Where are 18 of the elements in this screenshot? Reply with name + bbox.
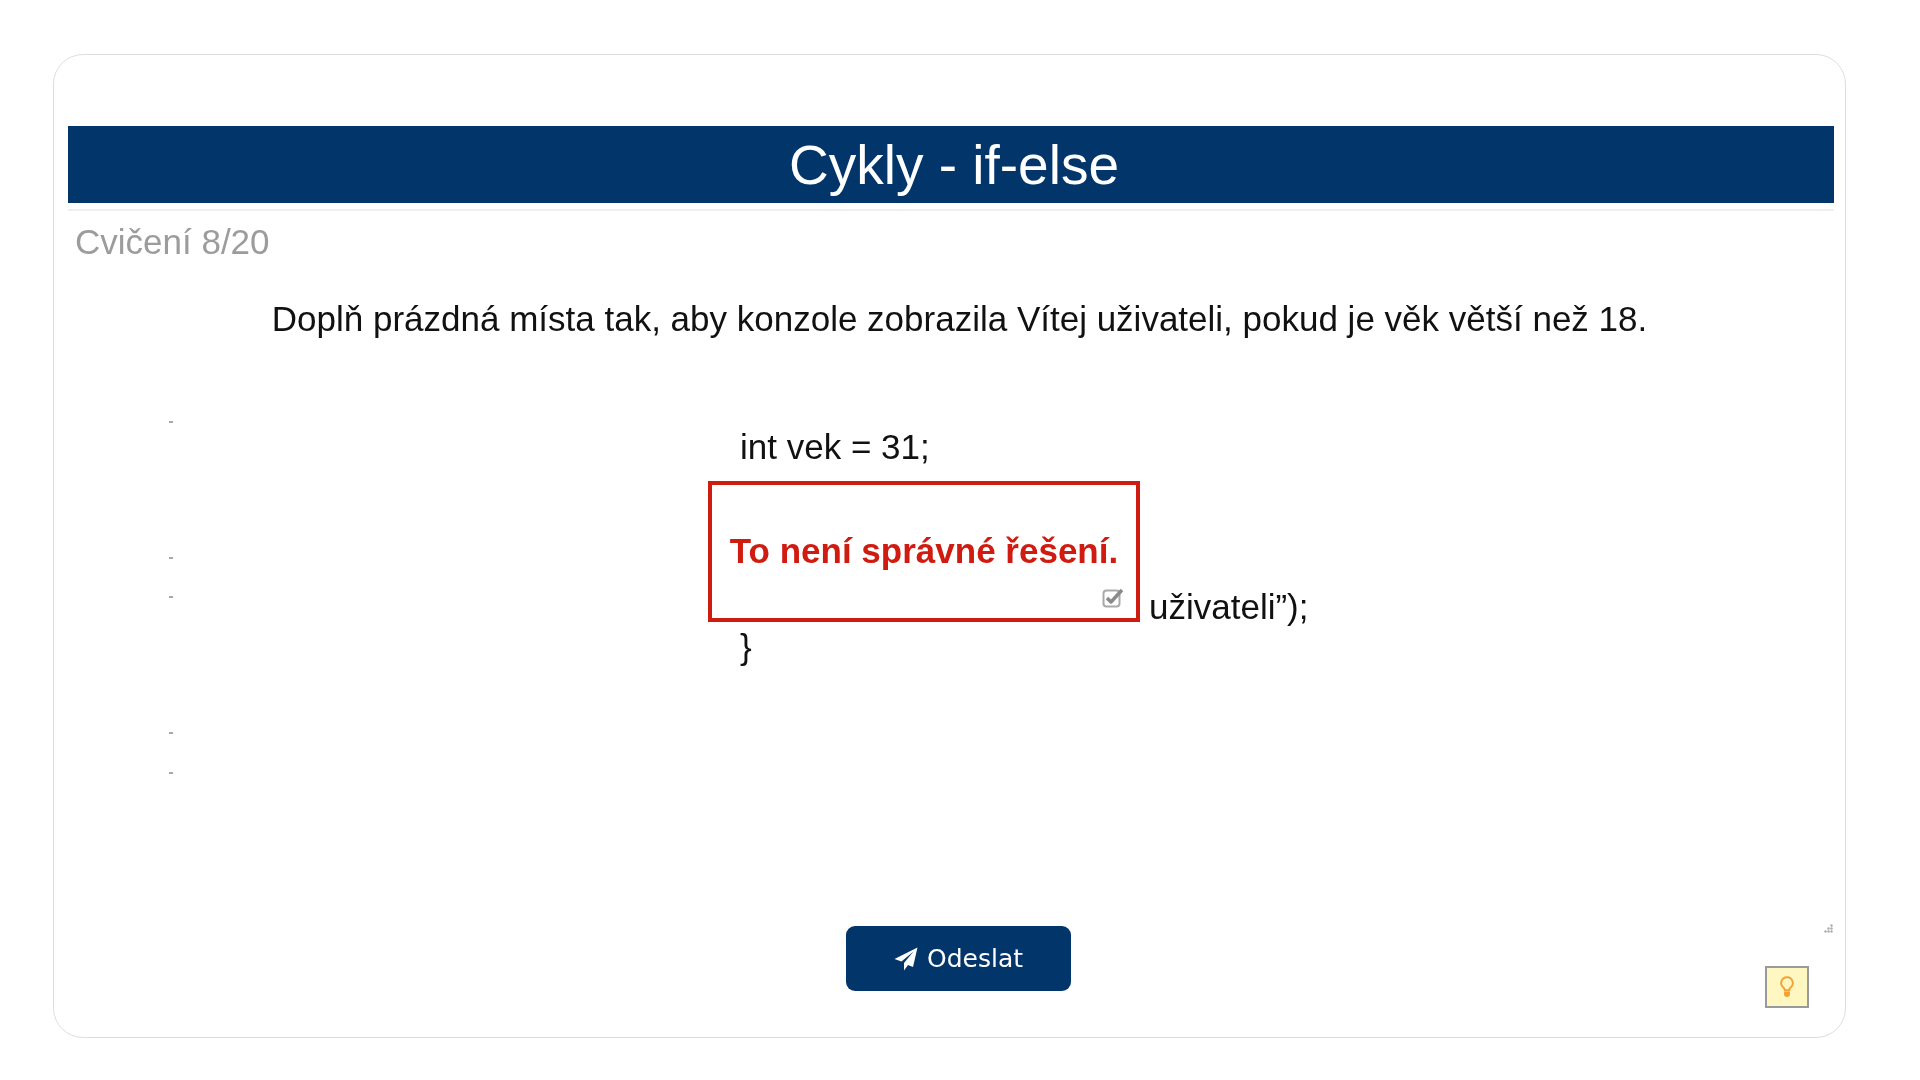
- submit-button[interactable]: Odeslat: [846, 926, 1071, 991]
- code-line: uživateli”);: [1149, 587, 1309, 627]
- exercise-counter: Cvičení 8/20: [75, 223, 270, 261]
- dash-icon: [169, 732, 173, 734]
- code-line: int vek = 31;: [740, 427, 930, 467]
- dash-icon: [169, 772, 173, 774]
- resize-grip-icon[interactable]: [1824, 924, 1833, 933]
- exercise-title: Cykly - if-else: [789, 132, 1119, 197]
- code-line: }: [740, 627, 752, 667]
- paper-plane-icon: [894, 946, 918, 971]
- dash-icon: [169, 421, 173, 423]
- checkbox-tick-icon: [1102, 587, 1124, 609]
- feedback-message: To není správné řešení.: [729, 530, 1119, 571]
- dash-icon: [169, 596, 173, 598]
- hint-button[interactable]: [1765, 966, 1809, 1008]
- lightbulb-icon: [1780, 976, 1794, 998]
- instruction-text: Doplň prázdná místa tak, aby konzole zobrazila Vítej uživateli, pokud je věk větší než 18.: [271, 299, 1648, 339]
- dash-icon: [169, 557, 173, 559]
